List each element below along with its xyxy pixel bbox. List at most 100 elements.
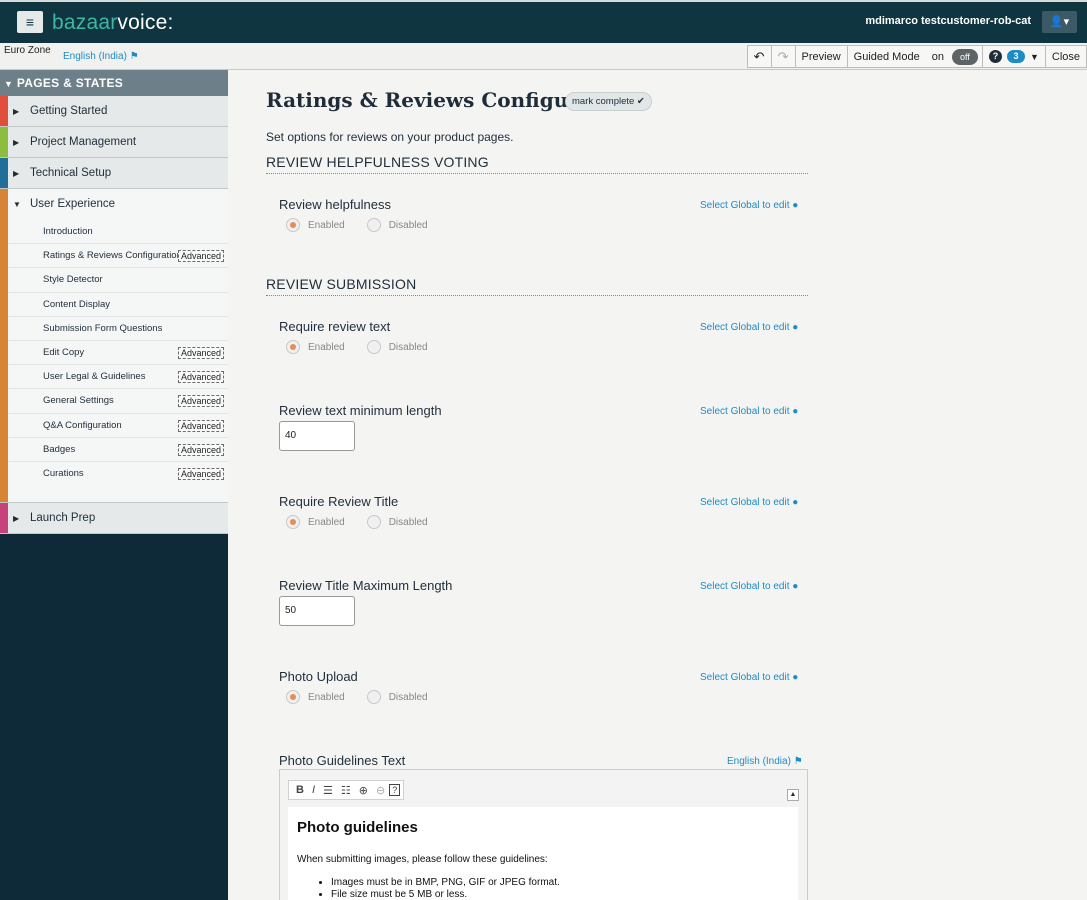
sidebar-item-label: Curations	[43, 467, 84, 479]
globe-icon: ●	[792, 497, 799, 508]
field-label-require-review-text: Require review text	[279, 319, 391, 334]
globe-icon: ●	[792, 200, 799, 211]
section-color-bar	[0, 127, 8, 157]
select-global-label: Select Global to edit	[700, 581, 790, 592]
unlink-icon[interactable]: ⊖	[372, 784, 389, 797]
radio-enabled[interactable]	[286, 340, 300, 354]
sidebar-item-content-display[interactable]: Content Display	[8, 293, 228, 317]
help-button[interactable]: ?	[389, 784, 401, 796]
radio-disabled[interactable]	[366, 515, 381, 529]
guided-mode-toggle[interactable]: off	[951, 48, 978, 65]
radio-enabled-label: Enabled	[308, 691, 345, 703]
triangle-right-icon: ▶	[13, 138, 20, 147]
preview-button[interactable]: Preview	[794, 45, 848, 68]
radio-group-review-helpfulness: Enabled Disabled	[286, 218, 428, 232]
editor-toolbar: B I ☰ ☷ ⊕ ⊖ ?	[288, 780, 405, 800]
locale-link[interactable]: English (India) ⚑	[727, 756, 803, 767]
help-notifications[interactable]: ? 3 ▼	[981, 45, 1046, 68]
section-heading-submission: REVIEW SUBMISSION	[266, 276, 808, 296]
sidebar-item-curations[interactable]: Curations Advanced	[8, 462, 228, 486]
select-global-link[interactable]: Select Global to edit ●	[700, 322, 798, 333]
radio-enabled-label: Enabled	[308, 219, 345, 231]
globe-icon: ●	[792, 672, 799, 683]
advanced-badge: Advanced	[177, 250, 224, 263]
undo-button[interactable]: ↶	[746, 45, 772, 68]
sidebar-item-submission-form-questions[interactable]: Submission Form Questions	[8, 317, 228, 341]
sidebar-header[interactable]: ▼ PAGES & STATES	[0, 70, 228, 96]
user-icon: 👤▾	[1049, 16, 1070, 28]
hamburger-icon[interactable]: ≡	[17, 11, 43, 33]
sidebar-section-header[interactable]: ▼ User Experience	[0, 189, 228, 220]
editor-content-area[interactable]: Photo guidelines When submitting images,…	[288, 807, 798, 900]
advanced-badge: Advanced	[177, 395, 224, 408]
mark-complete-button[interactable]: mark complete ✔	[565, 92, 652, 111]
editor-bullet: File size must be 5 MB or less.	[331, 889, 789, 900]
app-logo: bazaarvoice:	[52, 10, 173, 36]
sidebar-item-general-settings[interactable]: General Settings Advanced	[8, 389, 228, 414]
select-global-link[interactable]: Select Global to edit ●	[700, 581, 798, 592]
field-label-review-text-min-length: Review text minimum length	[279, 403, 442, 418]
sidebar-section-label: User Experience	[30, 198, 116, 210]
sidebar-item-style-detector[interactable]: Style Detector	[8, 268, 228, 293]
notification-count: 3	[1006, 50, 1025, 63]
radio-disabled-label: Disabled	[388, 691, 428, 703]
review-text-min-length-input[interactable]: 40	[279, 421, 355, 451]
field-label-photo-upload: Photo Upload	[279, 669, 358, 684]
review-title-max-length-input[interactable]: 50	[279, 596, 355, 626]
link-icon[interactable]: ⊕	[355, 784, 372, 797]
select-global-link[interactable]: Select Global to edit ●	[700, 406, 798, 417]
select-global-link[interactable]: Select Global to edit ●	[700, 672, 798, 683]
radio-enabled[interactable]	[286, 690, 300, 704]
user-menu-button[interactable]: 👤▾	[1042, 11, 1077, 33]
sidebar-section-technical-setup[interactable]: ▶ Technical Setup	[0, 158, 228, 189]
sidebar-section-label: Launch Prep	[30, 512, 96, 524]
italic-button[interactable]: I	[308, 784, 319, 796]
sidebar: ▼ PAGES & STATES ▶ Getting Started ▶ Proje…	[0, 70, 228, 900]
sidebar-item-introduction[interactable]: Introduction	[8, 220, 228, 245]
sidebar-item-label: Content Display	[43, 298, 111, 310]
select-global-label: Select Global to edit	[700, 672, 790, 683]
radio-disabled[interactable]	[366, 340, 381, 354]
select-global-link[interactable]: Select Global to edit ●	[700, 497, 798, 508]
editor-bullet-list: Images must be in BMP, PNG, GIF or JPEG …	[297, 877, 789, 900]
redo-button[interactable]: ↷	[770, 45, 796, 68]
sidebar-item-label: User Legal & Guidelines	[43, 371, 146, 383]
bulleted-list-icon[interactable]: ☷	[337, 784, 355, 797]
sidebar-section-project-management[interactable]: ▶ Project Management	[0, 127, 228, 158]
sidebar-item-edit-copy[interactable]: Edit Copy Advanced	[8, 341, 228, 366]
sidebar-section-user-experience: ▼ User Experience Introduction Ratings & …	[0, 189, 228, 503]
bold-button[interactable]: B	[292, 784, 308, 796]
globe-icon: ●	[792, 581, 799, 592]
triangle-down-icon: ▼	[4, 79, 14, 89]
triangle-right-icon: ▶	[13, 514, 20, 523]
sidebar-item-label: Style Detector	[43, 274, 103, 286]
radio-disabled[interactable]	[366, 690, 381, 704]
sidebar-item-label: General Settings	[43, 395, 114, 407]
sidebar-section-launch-prep[interactable]: ▶ Launch Prep	[0, 503, 228, 534]
select-global-link[interactable]: Select Global to edit ●	[700, 200, 798, 211]
radio-enabled[interactable]	[286, 218, 300, 232]
editor-toolbar: ↶ ↷ Preview Guided Mode on off ? 3 ▼ Clo…	[746, 45, 1087, 68]
sidebar-section-getting-started[interactable]: ▶ Getting Started	[0, 96, 228, 127]
close-button[interactable]: Close	[1044, 45, 1087, 68]
sidebar-item-label: Ratings & Reviews Configuration	[43, 250, 182, 262]
sidebar-item-label: Introduction	[43, 226, 93, 237]
sidebar-item-qa-configuration[interactable]: Q&A Configuration Advanced	[8, 414, 228, 438]
chevron-down-icon[interactable]: ▼	[1030, 52, 1039, 62]
sidebar-item-label: Q&A Configuration	[43, 419, 122, 431]
radio-group-require-review-title: Enabled Disabled	[286, 515, 428, 529]
section-color-bar	[0, 96, 8, 126]
locale-link[interactable]: English (India) ⚑	[63, 51, 139, 62]
radio-enabled[interactable]	[286, 515, 300, 529]
sidebar-item-badges[interactable]: Badges Advanced	[8, 438, 228, 462]
numbered-list-icon[interactable]: ☰	[319, 784, 337, 797]
logo-text-voice: voice:	[117, 11, 174, 34]
sidebar-item-user-legal-guidelines[interactable]: User Legal & Guidelines Advanced	[8, 365, 228, 390]
help-icon[interactable]: ?	[988, 50, 1002, 63]
field-label-photo-guidelines-text: Photo Guidelines Text	[279, 753, 406, 768]
section-color-bar	[0, 503, 8, 533]
guided-mode-label: Guided Mode	[853, 50, 920, 63]
editor-scroll-button[interactable]: ▲	[787, 789, 799, 801]
radio-disabled[interactable]	[366, 218, 381, 232]
sidebar-item-ratings-reviews-configuration[interactable]: Ratings & Reviews Configuration Advanced	[8, 244, 228, 269]
